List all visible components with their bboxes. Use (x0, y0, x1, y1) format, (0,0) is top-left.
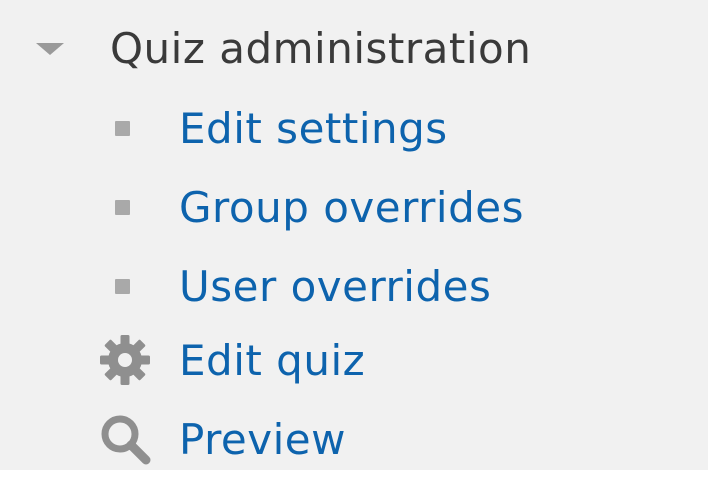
user-overrides-link[interactable]: User overrides (179, 262, 491, 311)
group-overrides-link[interactable]: Group overrides (179, 183, 524, 232)
edit-quiz-link[interactable]: Edit quiz (179, 336, 365, 385)
quiz-administration-label: Quiz administration (110, 23, 532, 73)
bullet-icon (115, 120, 130, 136)
quiz-administration-block: Quiz administration Edit settings Group … (0, 0, 708, 470)
bullet-icon (115, 199, 130, 215)
nav-item-user-overrides[interactable]: User overrides (115, 256, 491, 316)
nav-item-group-overrides[interactable]: Group overrides (115, 177, 524, 237)
edit-settings-link[interactable]: Edit settings (179, 104, 448, 153)
preview-link[interactable]: Preview (179, 415, 346, 464)
nav-item-edit-quiz[interactable]: Edit quiz (96, 330, 365, 390)
nav-item-edit-settings[interactable]: Edit settings (115, 98, 448, 158)
magnifier-icon (96, 410, 154, 468)
nav-item-preview[interactable]: Preview (96, 409, 346, 469)
quiz-administration-heading[interactable]: Quiz administration (36, 18, 531, 78)
bullet-icon (115, 278, 130, 294)
collapse-triangle-icon[interactable] (36, 43, 64, 55)
gear-icon (96, 331, 154, 389)
